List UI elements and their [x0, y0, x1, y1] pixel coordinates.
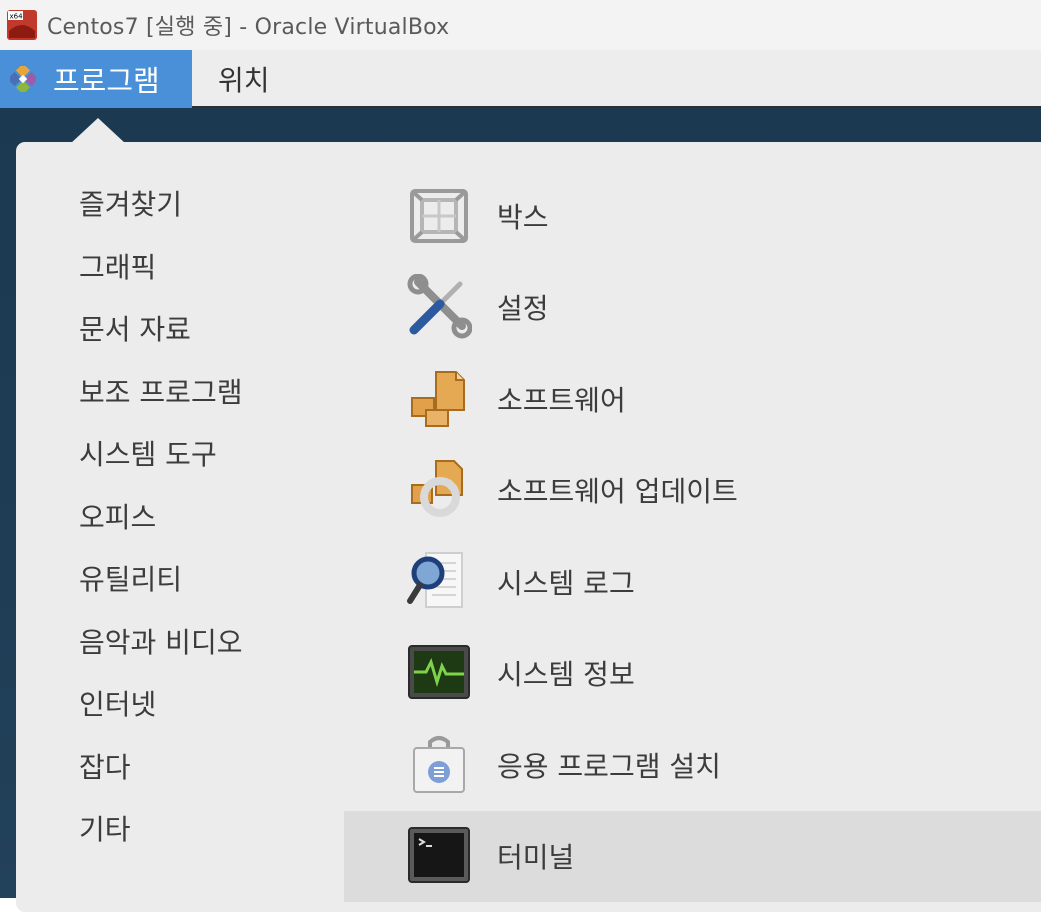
app-item-app-installer[interactable]: 응용 프로그램 설치 [344, 719, 1041, 811]
category-documentation[interactable]: 문서 자료 [79, 310, 242, 373]
category-internet[interactable]: 인터넷 [79, 685, 242, 748]
app-item-system-log[interactable]: 시스템 로그 [344, 536, 1041, 628]
svg-text:x64: x64 [10, 13, 24, 21]
app-item-software-update[interactable]: 소프트웨어 업데이트 [344, 445, 1041, 537]
applications-menu-label: 프로그램 [53, 64, 160, 98]
centos-logo-icon [10, 66, 36, 92]
category-sundry[interactable]: 잡다 [79, 748, 242, 811]
app-label: 터미널 [497, 841, 575, 875]
app-label: 응용 프로그램 설치 [497, 749, 721, 783]
log-magnifier-icon [407, 551, 463, 608]
app-item-settings[interactable]: 설정 [344, 262, 1041, 354]
app-item-terminal[interactable]: 터미널 [344, 810, 1041, 902]
app-installer-bag-icon [413, 735, 465, 793]
category-list: 즐겨찾기 그래픽 문서 자료 보조 프로그램 시스템 도구 오피스 유틸리티 음… [79, 185, 242, 873]
terminal-icon [408, 827, 470, 884]
category-accessories[interactable]: 보조 프로그램 [79, 373, 242, 436]
app-list: 박스 설정 소프트웨어 소프트웨어 업데이트 시스템 로그 시스템 정보 응용 … [344, 170, 1041, 902]
category-sound-video[interactable]: 음악과 비디오 [79, 623, 242, 686]
app-label: 박스 [497, 200, 549, 234]
window-titlebar: x64 Centos7 [실행 중] - Oracle VirtualBox [0, 0, 1041, 50]
places-menu-label: 위치 [218, 64, 270, 97]
settings-tools-icon [407, 274, 472, 339]
software-packages-icon [411, 370, 465, 427]
software-update-icon [411, 460, 463, 518]
app-label: 시스템 로그 [497, 566, 635, 600]
app-label: 소프트웨어 업데이트 [497, 475, 738, 509]
category-system-tools[interactable]: 시스템 도구 [79, 435, 242, 498]
menu-popup-arrow [70, 118, 126, 144]
category-utilities[interactable]: 유틸리티 [79, 560, 242, 623]
window-title: Centos7 [실행 중] - Oracle VirtualBox [47, 15, 450, 40]
app-item-software[interactable]: 소프트웨어 [344, 353, 1041, 445]
app-item-boxes[interactable]: 박스 [344, 170, 1041, 262]
category-favorites[interactable]: 즐겨찾기 [79, 185, 242, 248]
app-item-system-info[interactable]: 시스템 정보 [344, 628, 1041, 720]
boxes-icon [410, 188, 468, 243]
app-label: 시스템 정보 [497, 658, 635, 692]
places-menu-button[interactable]: 위치 [218, 50, 270, 108]
app-label: 소프트웨어 [497, 383, 626, 417]
gnome-top-bar: 프로그램 위치 [0, 50, 1041, 108]
system-monitor-icon [408, 645, 470, 700]
app-label: 설정 [497, 292, 549, 326]
virtualbox-x64-icon: x64 [7, 10, 37, 40]
category-office[interactable]: 오피스 [79, 498, 242, 561]
category-graphics[interactable]: 그래픽 [79, 248, 242, 311]
applications-menu-button[interactable]: 프로그램 [0, 50, 192, 108]
category-other[interactable]: 기타 [79, 810, 242, 873]
